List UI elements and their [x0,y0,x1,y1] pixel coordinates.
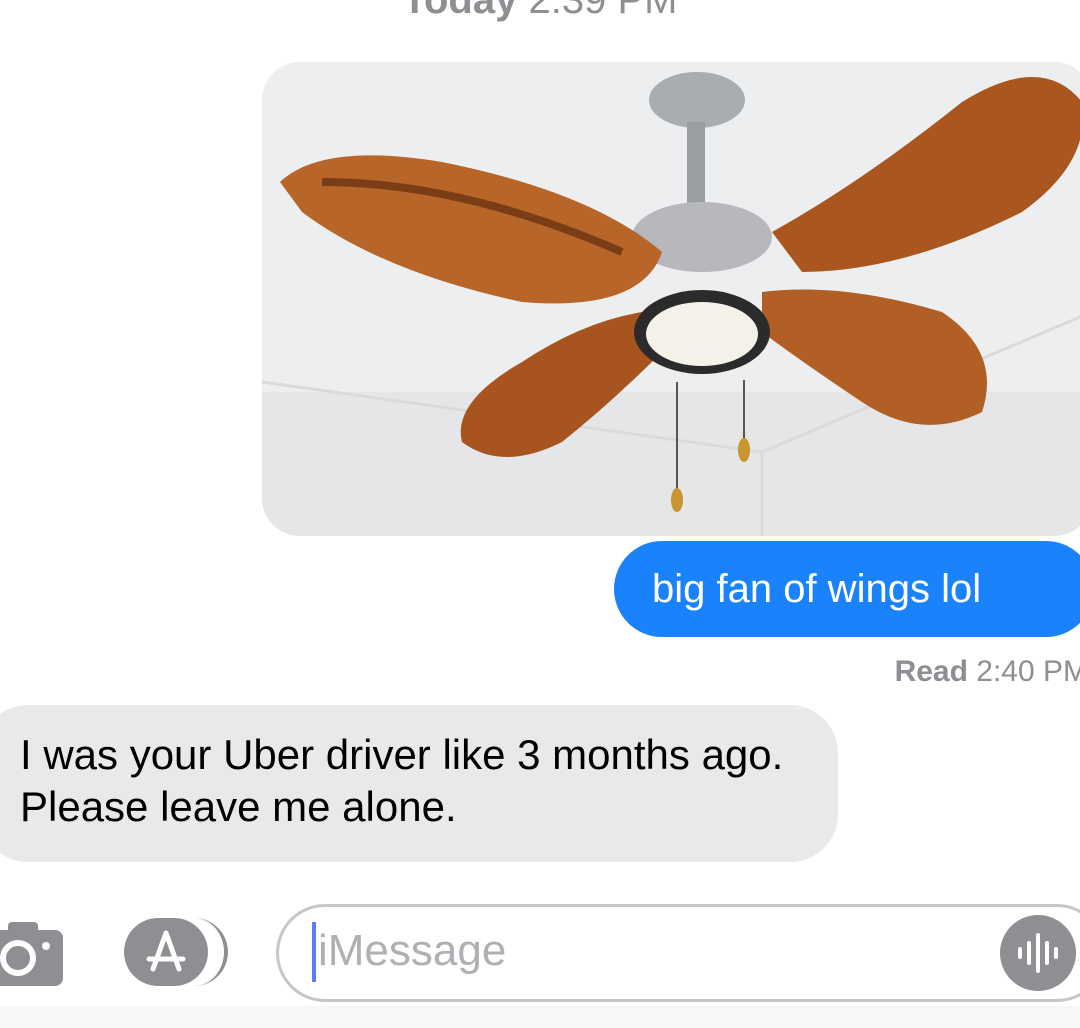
ceiling-fan-wings-image [262,62,1080,536]
text-caret [312,922,316,982]
camera-icon[interactable] [0,920,63,986]
sent-image-ceiling-fan-wings[interactable] [262,62,1080,536]
timestamp-day: Today [402,0,518,22]
audio-message-button[interactable] [1000,915,1076,991]
conversation-timestamp: Today 2:39 PM [0,0,1080,23]
read-label: Read [894,655,968,688]
read-receipt: Read 2:40 PM [895,655,1080,689]
waveform-icon [1018,933,1058,973]
sent-message-bubble[interactable]: big fan of wings lol [614,541,1080,637]
app-store-icon[interactable] [124,918,208,986]
received-message-bubble[interactable]: I was your Uber driver like 3 months ago… [0,705,838,862]
app-store-glyph-icon [146,930,186,972]
timestamp-time: 2:39 PM [528,0,678,22]
bottom-strip [0,1006,1080,1028]
read-time: 2:40 PM [976,655,1080,688]
imessage-placeholder: iMessage [318,926,507,975]
